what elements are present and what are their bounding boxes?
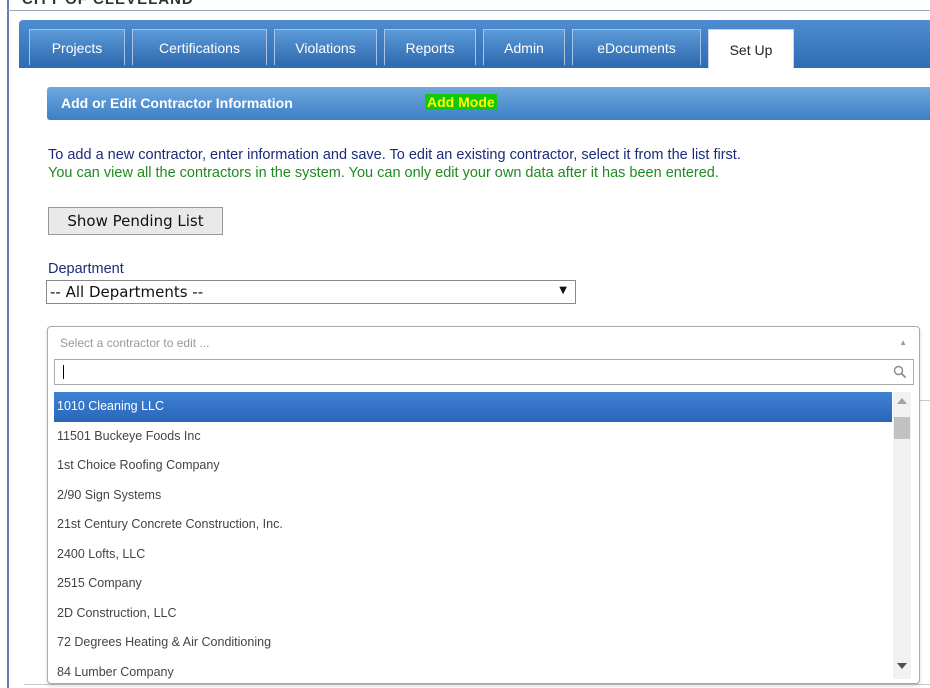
header-divider xyxy=(7,10,930,11)
text-caret xyxy=(63,365,64,379)
main-tab-bar: Projects Certifications Violations Repor… xyxy=(19,20,930,69)
contractor-select-placeholder: Select a contractor to edit ... xyxy=(60,336,210,350)
form-row-divider xyxy=(24,684,930,685)
show-pending-list-button[interactable]: Show Pending List xyxy=(48,207,223,235)
tab-set-up[interactable]: Set Up xyxy=(708,29,794,69)
contractor-option[interactable]: 1st Choice Roofing Company xyxy=(54,451,892,481)
contractor-option[interactable]: 21st Century Concrete Construction, Inc. xyxy=(54,510,892,540)
tab-projects[interactable]: Projects xyxy=(29,29,125,65)
section-title: Add or Edit Contractor Information xyxy=(61,95,293,111)
contractor-option[interactable]: 84 Lumber Company xyxy=(54,658,892,680)
search-icon xyxy=(893,365,907,379)
contractor-option[interactable]: 2/90 Sign Systems xyxy=(54,481,892,511)
contractor-search-box[interactable] xyxy=(54,359,914,385)
section-header: Add or Edit Contractor Information Add M… xyxy=(47,87,930,120)
intro-instructions: To add a new contractor, enter informati… xyxy=(48,147,741,163)
contractor-option[interactable]: 72 Degrees Heating & Air Conditioning xyxy=(54,628,892,658)
tab-edocuments[interactable]: eDocuments xyxy=(572,29,701,65)
tab-certifications[interactable]: Certifications xyxy=(132,29,267,65)
scroll-down-arrow-icon[interactable] xyxy=(897,663,907,669)
department-label: Department xyxy=(48,261,124,277)
page: CITY OF CLEVELAND Projects Certification… xyxy=(0,0,930,688)
contractor-results-list: 1010 Cleaning LLC 11501 Buckeye Foods In… xyxy=(54,392,892,679)
intro-permissions-note: You can view all the contractors in the … xyxy=(48,165,719,181)
contractor-option[interactable]: 1010 Cleaning LLC xyxy=(54,392,892,422)
tab-reports[interactable]: Reports xyxy=(384,29,476,65)
department-select[interactable]: -- All Departments -- ▼ xyxy=(46,280,576,304)
contractor-option[interactable]: 2515 Company xyxy=(54,569,892,599)
chevron-up-icon[interactable]: ▲ xyxy=(899,338,907,347)
tab-violations[interactable]: Violations xyxy=(274,29,377,65)
contractor-select[interactable]: Select a contractor to edit ... ▲ 1010 C… xyxy=(47,326,920,684)
scrollbar-thumb[interactable] xyxy=(894,417,910,439)
app-header-text: CITY OF CLEVELAND xyxy=(22,0,194,8)
contractor-option[interactable]: 2400 Lofts, LLC xyxy=(54,540,892,570)
department-selected-value: -- All Departments -- xyxy=(50,283,204,301)
scroll-up-arrow-icon[interactable] xyxy=(897,398,907,404)
contractor-option[interactable]: 11501 Buckeye Foods Inc xyxy=(54,422,892,452)
results-scrollbar[interactable] xyxy=(893,392,911,679)
form-row-edge xyxy=(920,400,930,401)
chevron-down-icon: ▼ xyxy=(559,285,567,296)
contractor-option[interactable]: 2D Construction, LLC xyxy=(54,599,892,629)
mode-badge: Add Mode xyxy=(425,94,497,110)
left-border xyxy=(7,0,9,688)
contractor-search-input[interactable] xyxy=(55,360,897,384)
tab-admin[interactable]: Admin xyxy=(483,29,565,65)
